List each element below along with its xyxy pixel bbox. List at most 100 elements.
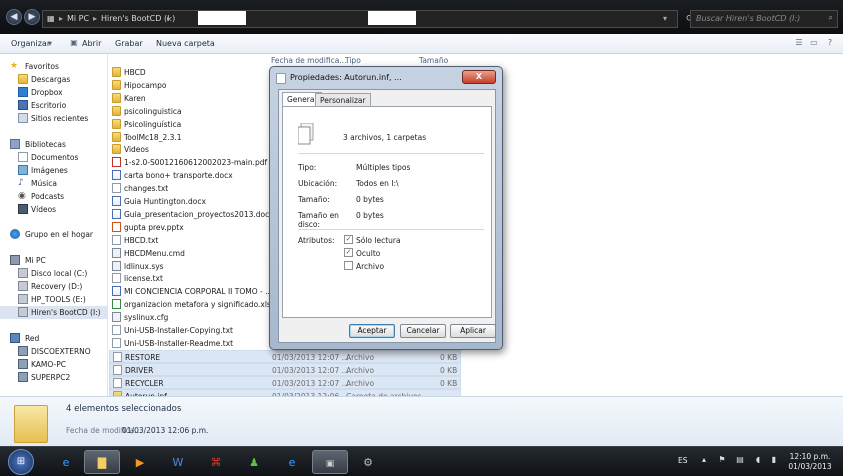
nav-item-superpc2[interactable]: SUPERPC2	[0, 371, 108, 384]
volume-icon[interactable]: ◖	[752, 455, 764, 467]
nav-item-documents[interactable]: Documentos	[0, 151, 108, 164]
address-field[interactable]: ▦ ▸ Mi PC ▸ Hiren's BootCD (I:) ▸ ▾	[42, 10, 678, 28]
file-row[interactable]: RESTORE 01/03/2013 12:07 ... Archivo 0 KB	[109, 349, 461, 363]
taskbar-cmd[interactable]: ▣	[312, 450, 348, 474]
ok-button[interactable]: Aceptar	[349, 324, 395, 338]
file-name: organizacion metafora y significado.xlsx	[124, 300, 276, 310]
nav-item-discoexterno[interactable]: DISCOEXTERNO	[0, 345, 108, 358]
taskbar-messenger[interactable]: ♟	[236, 450, 272, 474]
breadcrumb-computer[interactable]: Mi PC	[67, 14, 89, 23]
preview-pane-icon[interactable]: ▭	[808, 38, 820, 49]
address-dropdown-icon[interactable]: ▾	[663, 14, 667, 23]
nav-homegroup[interactable]: Grupo en el hogar	[0, 228, 108, 241]
flag-icon[interactable]: ⚑	[716, 455, 728, 467]
save-button[interactable]: Grabar	[115, 39, 143, 48]
file-date: 01/03/2013 12:07 ...	[272, 352, 349, 362]
taskbar-ie-pinned[interactable]: e	[48, 450, 84, 474]
column-type[interactable]: Tipo	[345, 56, 361, 65]
acrobat-icon: ⌘	[210, 456, 222, 469]
nav-item-drive-d[interactable]: Recovery (D:)	[0, 280, 108, 293]
file-row[interactable]: DRIVER 01/03/2013 12:07 ... Archivo 0 KB	[109, 362, 461, 376]
search-icon: ⌕	[828, 13, 833, 22]
language-indicator[interactable]: ES	[678, 456, 688, 465]
view-options-icon[interactable]: ☰	[793, 38, 805, 49]
ie-icon: e	[288, 456, 296, 469]
open-icon: ▣	[70, 38, 78, 47]
nav-item-images[interactable]: Imágenes	[0, 164, 108, 177]
details-pane: 4 elementos seleccionados Fecha de modif…	[0, 396, 843, 446]
redacted-region	[368, 11, 416, 25]
column-headers: Fecha de modifica... Tipo Tamaño	[109, 54, 843, 66]
documents-icon	[18, 152, 28, 162]
nav-item-videos[interactable]: Vídeos	[0, 203, 108, 216]
text-file-icon	[113, 377, 122, 388]
nav-item-desktop[interactable]: Escritorio	[0, 99, 108, 112]
taskbar-tool[interactable]: ⚙	[350, 450, 386, 474]
breadcrumb-drive[interactable]: Hiren's BootCD (I:)	[101, 14, 175, 23]
file-name: ldlinux.sys	[124, 261, 164, 271]
word-document-icon	[112, 170, 121, 181]
usb-drive-icon	[18, 307, 28, 317]
nav-item-drive-e[interactable]: HP_TOOLS (E:)	[0, 293, 108, 306]
file-name: HBCD.txt	[124, 235, 159, 245]
forward-button[interactable]: ▶	[24, 9, 40, 25]
archive-checkbox[interactable]	[344, 261, 353, 270]
folder-icon	[112, 92, 121, 103]
excel-icon	[112, 299, 121, 310]
desktop-icon	[18, 100, 28, 110]
folder-icon	[14, 405, 48, 443]
pdf-icon	[112, 157, 121, 168]
column-size[interactable]: Tamaño	[419, 56, 448, 65]
help-icon[interactable]: ?	[824, 38, 836, 49]
search-input[interactable]: Buscar Hiren's BootCD (I:) ⌕	[690, 10, 838, 28]
close-button[interactable]: X	[462, 70, 496, 84]
taskbar-media-player[interactable]: ▶	[122, 450, 158, 474]
open-button[interactable]: Abrir	[82, 39, 101, 48]
star-icon: ★	[10, 61, 19, 71]
network-tray-icon[interactable]: ▤	[734, 455, 746, 467]
system-file-icon	[112, 312, 121, 323]
nav-favorites[interactable]: ★ Favoritos	[0, 60, 108, 73]
nav-item-drive-c[interactable]: Disco local (C:)	[0, 267, 108, 280]
music-icon: ♪	[18, 178, 24, 188]
nav-libraries[interactable]: Bibliotecas	[0, 138, 108, 151]
file-name: HBCDMenu.cmd	[124, 248, 185, 258]
column-date[interactable]: Fecha de modifica...	[271, 56, 346, 65]
selection-count: 4 elementos seleccionados	[66, 404, 182, 414]
organize-button[interactable]: Organizar	[11, 39, 50, 48]
nav-item-recent[interactable]: Sitios recientes	[0, 112, 108, 125]
taskbar-explorer[interactable]: ▇	[84, 450, 120, 474]
word-document-icon	[112, 208, 121, 219]
tray-arrow-icon[interactable]: ▴	[698, 455, 710, 467]
properties-dialog: Propiedades: Autorun.inf, ... X General …	[269, 66, 503, 350]
tab-personalizar[interactable]: Personalizar	[315, 93, 371, 106]
clock[interactable]: 12:10 p.m. 01/03/2013	[782, 452, 838, 472]
file-name: ToolMc18_2.3.1	[124, 132, 182, 142]
file-name: Guia_presentacion_proyectos2013.doc	[124, 209, 270, 219]
taskbar-word[interactable]: W	[160, 450, 196, 474]
prop-label-size: Tamaño:	[298, 195, 330, 204]
nav-item-podcasts[interactable]: ◉ Podcasts	[0, 190, 108, 203]
file-row[interactable]: Autorun.inf 01/03/2013 12:06 ... Carpeta d…	[109, 388, 461, 396]
taskbar-internet-explorer[interactable]: e	[274, 450, 310, 474]
hidden-checkbox[interactable]: ✓	[344, 248, 353, 257]
nav-item-kamo-pc[interactable]: KAMO-PC	[0, 358, 108, 371]
ie-icon: e	[62, 456, 70, 469]
back-button[interactable]: ◀	[6, 9, 22, 25]
start-button[interactable]: ⊞	[8, 449, 34, 475]
nav-item-drive-i[interactable]: Hiren's BootCD (I:)	[0, 306, 108, 319]
new-folder-button[interactable]: Nueva carpeta	[156, 39, 215, 48]
file-row[interactable]: RECYCLER 01/03/2013 12:07 ... Archivo 0 KB	[109, 375, 461, 389]
cancel-button[interactable]: Cancelar	[400, 324, 446, 338]
power-icon[interactable]: ▮	[768, 455, 780, 467]
taskbar-acrobat[interactable]: ⌘	[198, 450, 234, 474]
nav-computer[interactable]: Mi PC	[0, 254, 108, 267]
nav-item-downloads[interactable]: Descargas	[0, 73, 108, 86]
hidden-label: Oculto	[356, 249, 381, 258]
readonly-checkbox[interactable]: ✓	[344, 235, 353, 244]
nav-item-dropbox[interactable]: Dropbox	[0, 86, 108, 99]
nav-network[interactable]: Red	[0, 332, 108, 345]
apply-button[interactable]: Aplicar	[450, 324, 496, 338]
file-name: psicolinguistica	[124, 106, 182, 116]
nav-item-music[interactable]: ♪ Música	[0, 177, 108, 190]
